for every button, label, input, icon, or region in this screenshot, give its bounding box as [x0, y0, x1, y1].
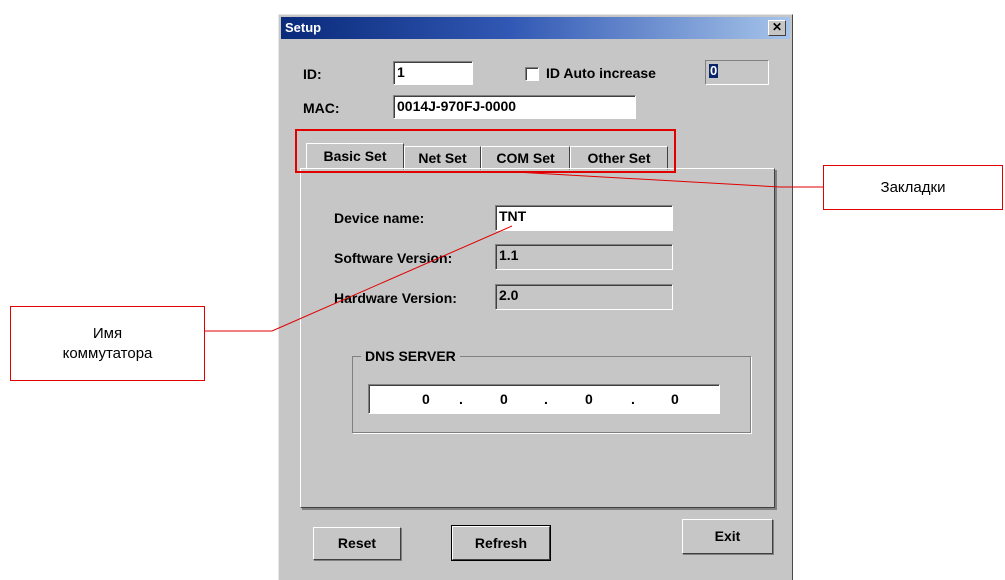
- tabs-pointer-line-1: [514, 171, 781, 188]
- annotation-lines: [205, 129, 823, 332]
- device-name-callout-text: Имя коммутатора: [62, 324, 153, 362]
- tabs-highlight-box: [295, 129, 676, 173]
- tabs-callout: Закладки: [823, 165, 1003, 210]
- tabs-callout-text: Закладки: [880, 179, 946, 196]
- device-pointer-line-2: [271, 225, 513, 332]
- device-name-callout: Имя коммутатора: [10, 306, 205, 381]
